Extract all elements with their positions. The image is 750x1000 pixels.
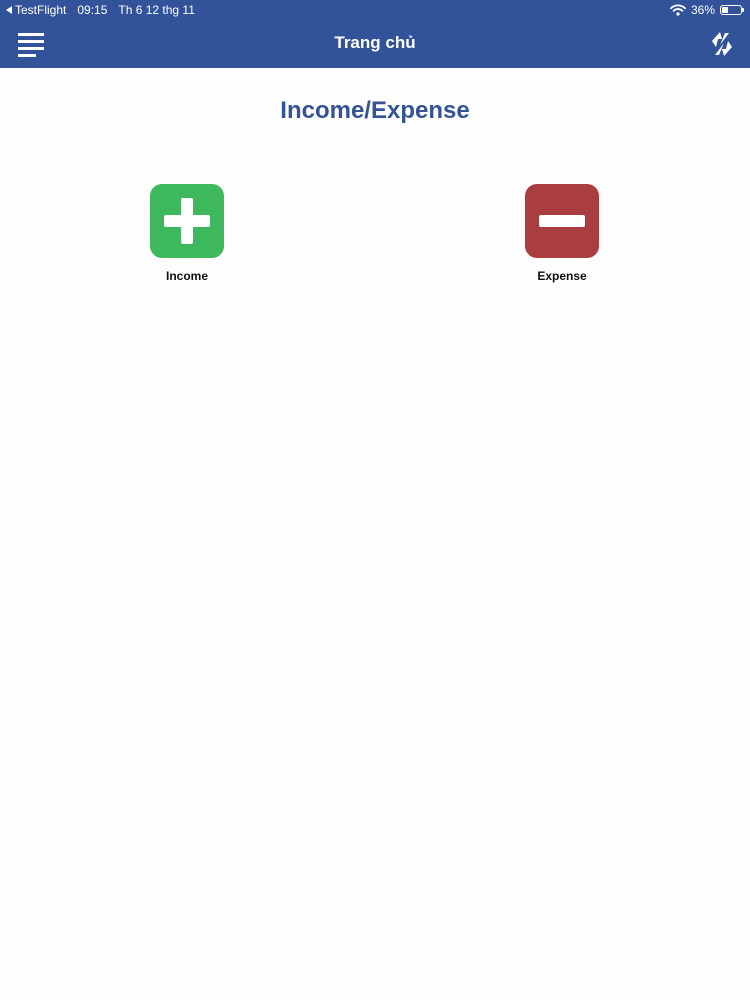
back-to-app-link[interactable]: TestFlight <box>6 0 66 20</box>
back-app-label: TestFlight <box>15 3 67 17</box>
top-bar: TestFlight 09:15 Th 6 12 thg 11 36% Tran… <box>0 0 750 68</box>
section-heading: Income/Expense <box>280 97 470 124</box>
status-time: 09:15 <box>77 3 108 17</box>
status-bar: TestFlight 09:15 Th 6 12 thg 11 36% <box>0 0 750 20</box>
status-left: TestFlight 09:15 Th 6 12 thg 11 <box>6 0 195 20</box>
battery-icon <box>720 5 744 15</box>
battery-percent: 36% <box>690 3 715 17</box>
back-arrow-icon <box>6 6 12 14</box>
sync-button[interactable] <box>708 30 736 58</box>
sync-icon <box>712 32 732 56</box>
minus-icon <box>525 184 599 258</box>
wifi-icon <box>670 4 686 16</box>
plus-icon <box>150 184 224 258</box>
expense-label: Expense <box>537 269 587 283</box>
income-label: Income <box>165 269 208 283</box>
status-right: 36% <box>670 0 744 20</box>
status-date: Th 6 12 thg 11 <box>118 3 195 17</box>
navigation-bar: Trang chủ <box>0 20 750 68</box>
income-button[interactable]: Income <box>127 184 247 283</box>
expense-button[interactable]: Expense <box>502 184 622 283</box>
battery-tip <box>742 8 744 12</box>
page-title: Trang chủ <box>334 33 416 52</box>
battery-fill <box>722 7 729 13</box>
